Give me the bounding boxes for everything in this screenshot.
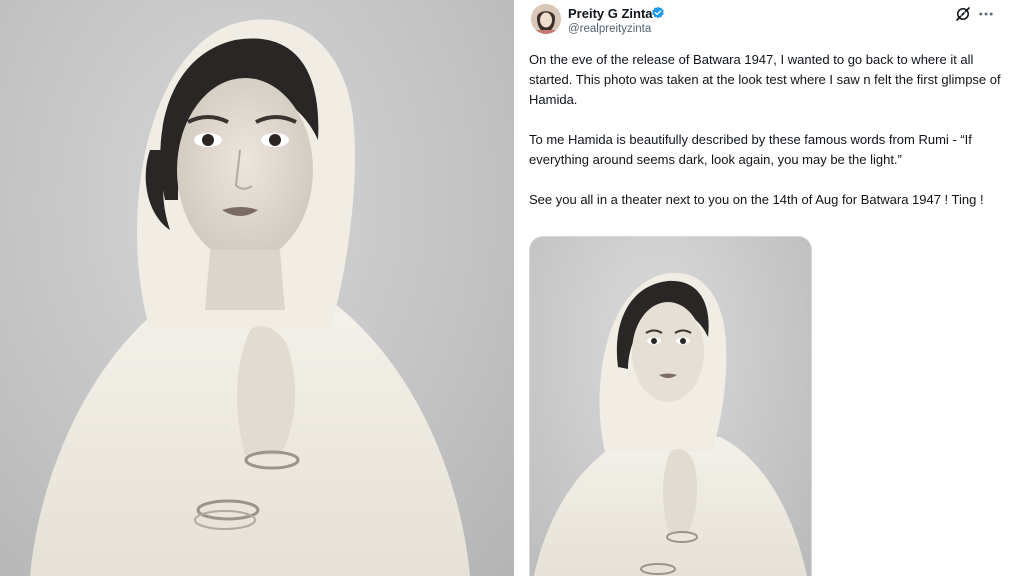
portrait-illustration (30, 19, 470, 576)
tweet-paragraph-3: See you all in a theater next to you on … (529, 192, 984, 207)
tweet-photo-illustration (533, 272, 808, 576)
avatar-image (531, 4, 561, 34)
portrait-photo-large (0, 0, 514, 576)
tweet-card: Preity G Zinta @realpreityzinta On the e… (522, 0, 1024, 576)
image-divider (514, 0, 522, 576)
tweet-paragraph-2: To me Hamida is beautifully described by… (529, 132, 972, 167)
tweet-media-photo[interactable] (529, 236, 812, 576)
grok-icon[interactable] (954, 5, 972, 23)
tweet-paragraph-1: On the eve of the release of Batwara 194… (529, 52, 1001, 107)
author-handle[interactable]: @realpreityzinta (568, 23, 651, 35)
avatar[interactable] (531, 4, 561, 34)
verified-badge-icon (651, 6, 665, 20)
author-name[interactable]: Preity G Zinta (568, 6, 653, 21)
more-options-icon[interactable] (977, 5, 995, 23)
tweet-body: On the eve of the release of Batwara 194… (529, 50, 1009, 230)
